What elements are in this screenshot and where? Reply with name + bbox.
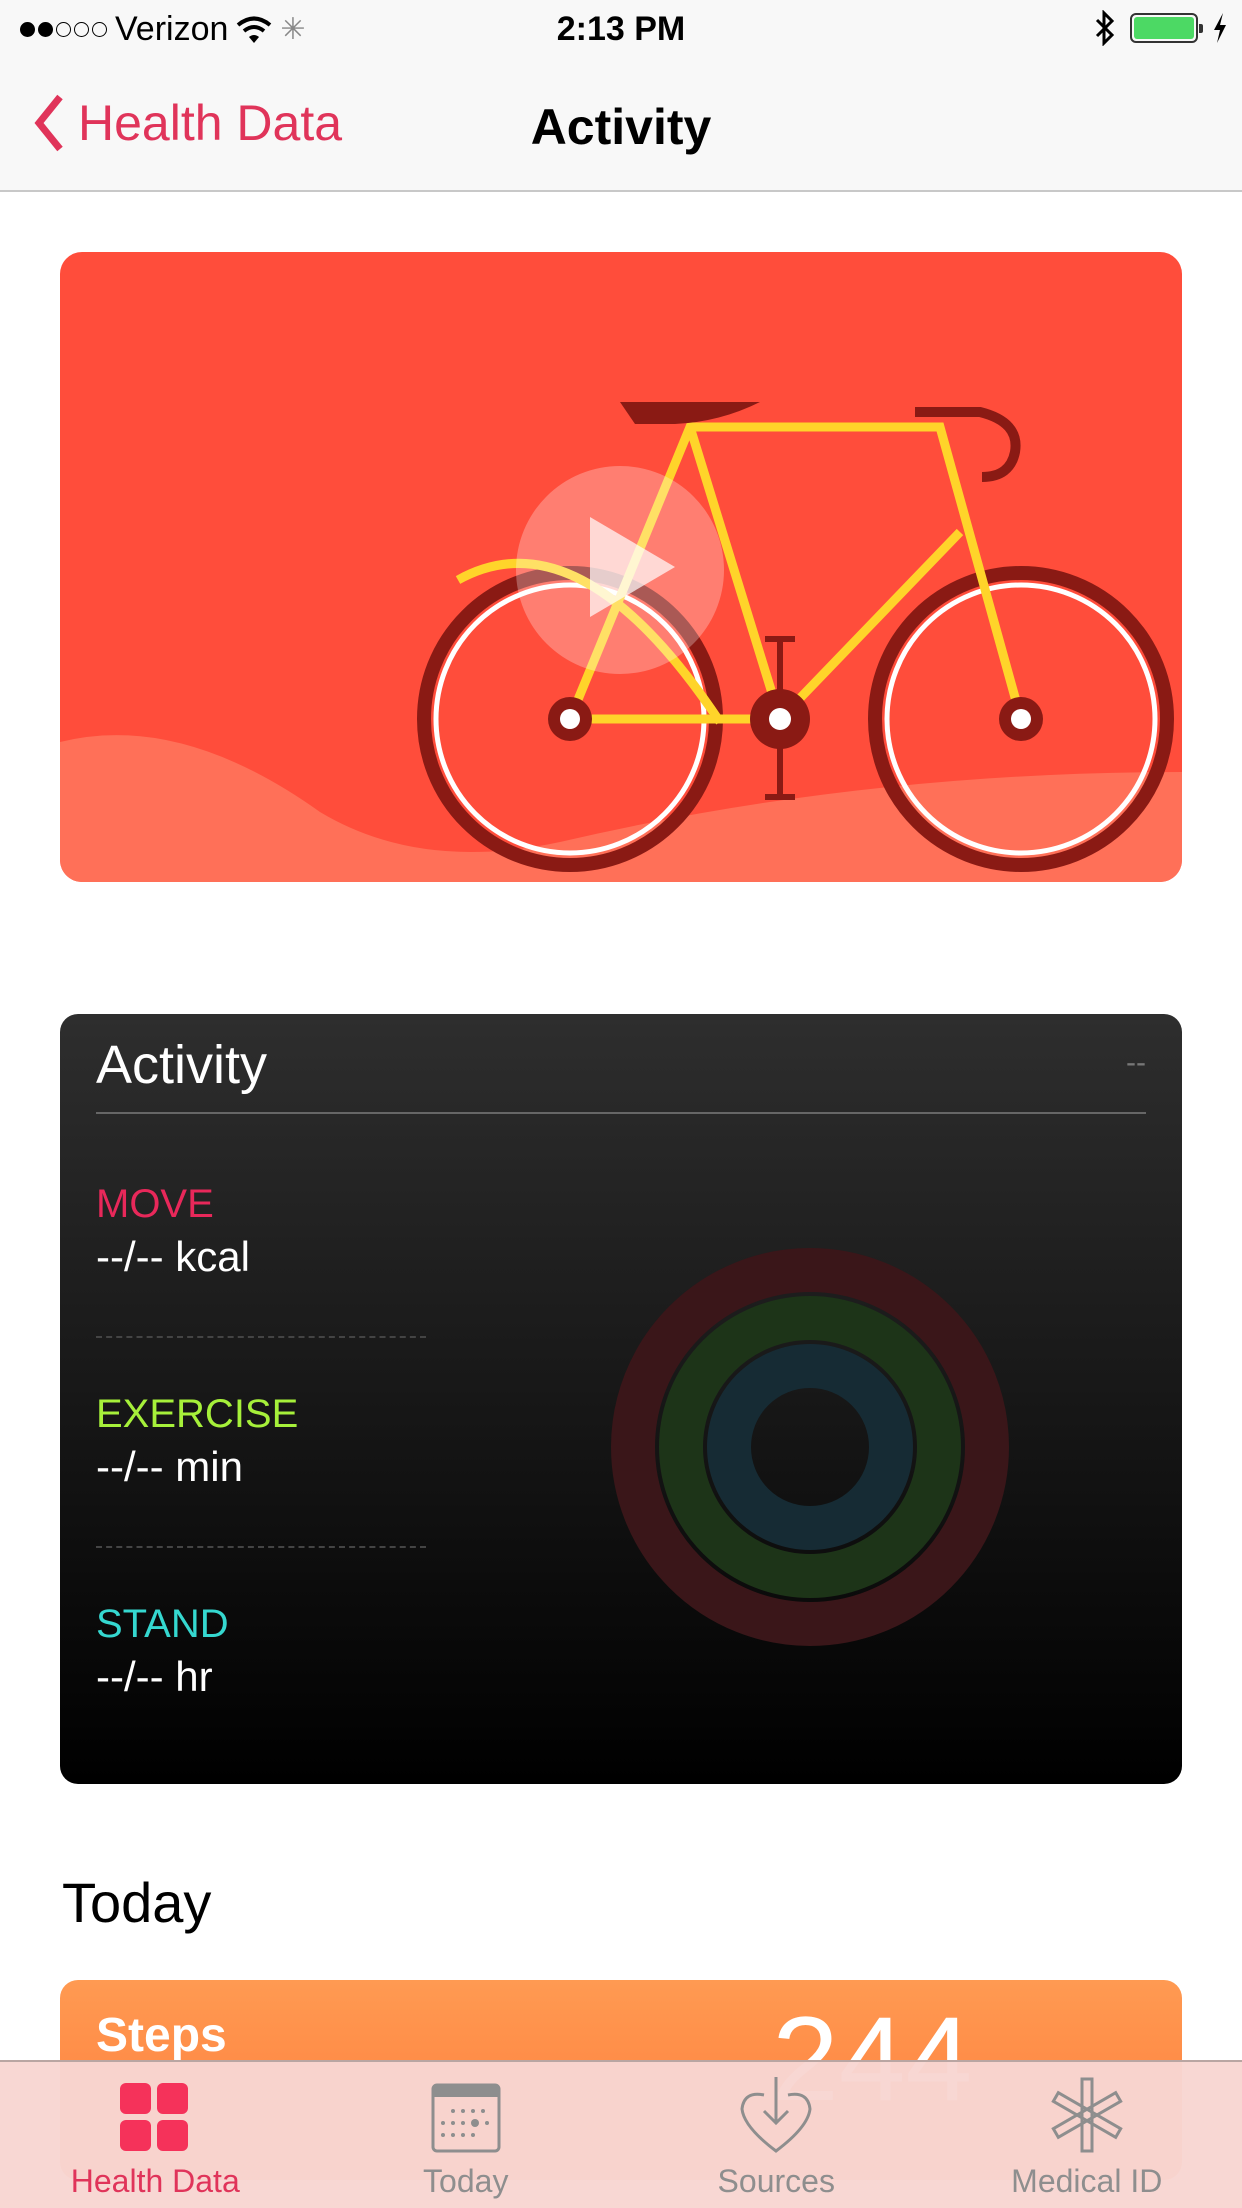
grid-icon [120, 2083, 189, 2151]
stand-label: STAND [96, 1602, 229, 1646]
battery-icon [1130, 13, 1203, 43]
move-label: MOVE [96, 1182, 214, 1226]
exercise-metric: EXERCISE --/-- min [96, 1392, 298, 1491]
bicycle-illustration [60, 402, 1182, 882]
today-heading: Today [62, 1871, 212, 1934]
heart-download-icon [740, 2077, 812, 2153]
screen: Verizon ✳ 2:13 PM Health Data Activity A… [0, 0, 1242, 2208]
steps-label: Steps [96, 2009, 227, 2062]
tab-medical-id[interactable]: Medical ID [932, 2062, 1242, 2208]
tab-today[interactable]: Today [311, 2062, 622, 2208]
page-title: Activity [530, 99, 712, 155]
charging-icon [1214, 13, 1226, 43]
move-metric: MOVE --/-- kcal [96, 1182, 250, 1281]
asterisk-icon [1051, 2077, 1123, 2153]
calendar-icon [431, 2083, 501, 2153]
divider [96, 1546, 426, 1548]
tab-label: Sources [717, 2163, 835, 2199]
exercise-value: --/-- min [96, 1443, 243, 1490]
divider [96, 1112, 1146, 1114]
activity-card[interactable]: Activity -- MOVE --/-- kcal EXERCISE --/… [60, 1014, 1182, 1784]
status-bar: Verizon ✳ 2:13 PM [0, 0, 1242, 60]
divider [96, 1336, 426, 1338]
stand-ring [707, 1344, 913, 1550]
stand-metric: STAND --/-- hr [96, 1602, 229, 1701]
tab-label: Health Data [70, 2163, 240, 2199]
move-value: --/-- kcal [96, 1233, 250, 1280]
tab-sources[interactable]: Sources [621, 2062, 932, 2208]
tab-label: Today [423, 2163, 509, 2199]
exercise-label: EXERCISE [96, 1392, 299, 1436]
activity-rings [611, 1248, 1009, 1646]
activity-video[interactable] [60, 252, 1182, 882]
stand-value: --/-- hr [96, 1653, 213, 1700]
navigation-bar: Health Data Activity [0, 60, 1242, 192]
activity-card-title: Activity [96, 1035, 268, 1095]
clock: 2:13 PM [556, 10, 686, 48]
activity-date: -- [1126, 1046, 1146, 1079]
bluetooth-icon [1095, 10, 1115, 46]
tab-label: Medical ID [1011, 2163, 1163, 2199]
tab-health-data[interactable]: Health Data [0, 2062, 311, 2208]
tab-bar: Health Data Today Sources Medical ID [0, 2060, 1242, 2208]
